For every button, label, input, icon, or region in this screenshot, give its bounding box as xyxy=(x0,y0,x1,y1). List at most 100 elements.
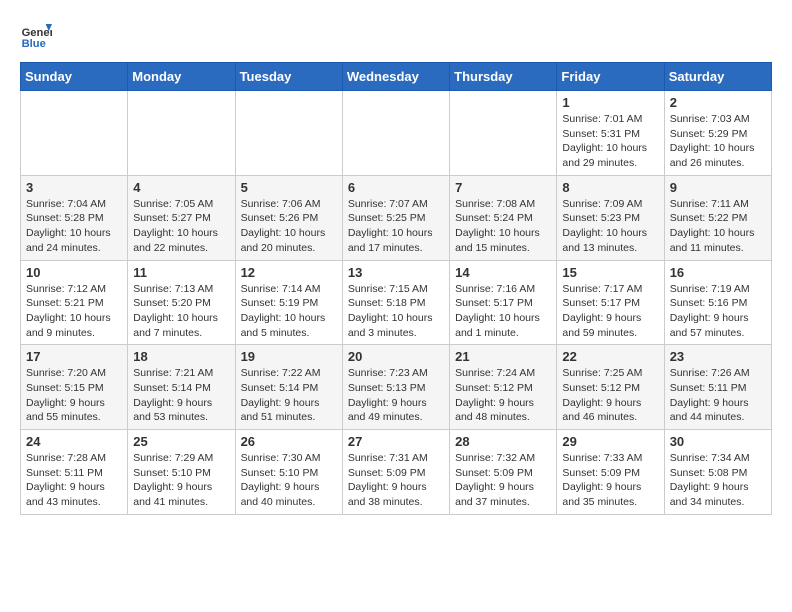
logo-icon: General Blue xyxy=(20,20,52,52)
header-day-thursday: Thursday xyxy=(450,63,557,91)
day-cell: 22 Sunrise: 7:25 AM Sunset: 5:12 PM Dayli… xyxy=(557,345,664,430)
day-cell: 24 Sunrise: 7:28 AM Sunset: 5:11 PM Dayli… xyxy=(21,430,128,515)
day-number: 13 xyxy=(348,265,444,280)
logo: General Blue xyxy=(20,20,56,52)
day-cell: 7Sunrise: 7:08 AM Sunset: 5:24 PM Daylig… xyxy=(450,175,557,260)
day-cell: 11 Sunrise: 7:13 AM Sunset: 5:20 PM Dayli… xyxy=(128,260,235,345)
day-number: 19 xyxy=(241,349,337,364)
day-number: 18 xyxy=(133,349,229,364)
header-day-tuesday: Tuesday xyxy=(235,63,342,91)
day-cell: 25 Sunrise: 7:29 AM Sunset: 5:10 PM Dayli… xyxy=(128,430,235,515)
day-info: Sunrise: 7:26 AM Sunset: 5:11 PM Dayligh… xyxy=(670,366,766,425)
day-number: 7 xyxy=(455,180,551,195)
day-info: Sunrise: 7:31 AM Sunset: 5:09 PM Dayligh… xyxy=(348,451,444,510)
day-number: 5 xyxy=(241,180,337,195)
day-cell xyxy=(450,91,557,176)
day-cell: 13 Sunrise: 7:15 AM Sunset: 5:18 PM Dayli… xyxy=(342,260,449,345)
day-info: Sunrise: 7:03 AM Sunset: 5:29 PM Dayligh… xyxy=(670,112,766,171)
day-number: 22 xyxy=(562,349,658,364)
day-cell: 28 Sunrise: 7:32 AM Sunset: 5:09 PM Dayli… xyxy=(450,430,557,515)
header-day-saturday: Saturday xyxy=(664,63,771,91)
day-info: Sunrise: 7:23 AM Sunset: 5:13 PM Dayligh… xyxy=(348,366,444,425)
day-number: 6 xyxy=(348,180,444,195)
day-cell: 23 Sunrise: 7:26 AM Sunset: 5:11 PM Dayli… xyxy=(664,345,771,430)
calendar-table: SundayMondayTuesdayWednesdayThursdayFrid… xyxy=(20,62,772,515)
day-cell: 26 Sunrise: 7:30 AM Sunset: 5:10 PM Dayli… xyxy=(235,430,342,515)
day-info: Sunrise: 7:32 AM Sunset: 5:09 PM Dayligh… xyxy=(455,451,551,510)
day-info: Sunrise: 7:13 AM Sunset: 5:20 PM Dayligh… xyxy=(133,282,229,341)
day-cell: 17Sunrise: 7:20 AM Sunset: 5:15 PM Dayli… xyxy=(21,345,128,430)
day-cell: 5 Sunrise: 7:06 AM Sunset: 5:26 PM Daylig… xyxy=(235,175,342,260)
day-number: 4 xyxy=(133,180,229,195)
header-row: SundayMondayTuesdayWednesdayThursdayFrid… xyxy=(21,63,772,91)
day-info: Sunrise: 7:11 AM Sunset: 5:22 PM Dayligh… xyxy=(670,197,766,256)
day-cell: 12 Sunrise: 7:14 AM Sunset: 5:19 PM Dayli… xyxy=(235,260,342,345)
day-cell: 29Sunrise: 7:33 AM Sunset: 5:09 PM Dayli… xyxy=(557,430,664,515)
day-number: 27 xyxy=(348,434,444,449)
day-info: Sunrise: 7:30 AM Sunset: 5:10 PM Dayligh… xyxy=(241,451,337,510)
day-cell: 14 Sunrise: 7:16 AM Sunset: 5:17 PM Dayli… xyxy=(450,260,557,345)
week-row-4: 17Sunrise: 7:20 AM Sunset: 5:15 PM Dayli… xyxy=(21,345,772,430)
day-cell: 8 Sunrise: 7:09 AM Sunset: 5:23 PM Daylig… xyxy=(557,175,664,260)
svg-text:General: General xyxy=(22,27,52,39)
day-number: 23 xyxy=(670,349,766,364)
day-cell: 6 Sunrise: 7:07 AM Sunset: 5:25 PM Daylig… xyxy=(342,175,449,260)
day-number: 29 xyxy=(562,434,658,449)
day-info: Sunrise: 7:28 AM Sunset: 5:11 PM Dayligh… xyxy=(26,451,122,510)
day-info: Sunrise: 7:07 AM Sunset: 5:25 PM Dayligh… xyxy=(348,197,444,256)
day-info: Sunrise: 7:17 AM Sunset: 5:17 PM Dayligh… xyxy=(562,282,658,341)
day-number: 8 xyxy=(562,180,658,195)
day-info: Sunrise: 7:25 AM Sunset: 5:12 PM Dayligh… xyxy=(562,366,658,425)
day-number: 20 xyxy=(348,349,444,364)
day-info: Sunrise: 7:15 AM Sunset: 5:18 PM Dayligh… xyxy=(348,282,444,341)
day-number: 25 xyxy=(133,434,229,449)
day-info: Sunrise: 7:29 AM Sunset: 5:10 PM Dayligh… xyxy=(133,451,229,510)
day-cell: 30Sunrise: 7:34 AM Sunset: 5:08 PM Dayli… xyxy=(664,430,771,515)
day-cell: 15 Sunrise: 7:17 AM Sunset: 5:17 PM Dayli… xyxy=(557,260,664,345)
day-cell: 3Sunrise: 7:04 AM Sunset: 5:28 PM Daylig… xyxy=(21,175,128,260)
day-number: 26 xyxy=(241,434,337,449)
calendar-body: 1Sunrise: 7:01 AM Sunset: 5:31 PM Daylig… xyxy=(21,91,772,515)
header-day-sunday: Sunday xyxy=(21,63,128,91)
day-cell xyxy=(128,91,235,176)
week-row-2: 3Sunrise: 7:04 AM Sunset: 5:28 PM Daylig… xyxy=(21,175,772,260)
day-number: 15 xyxy=(562,265,658,280)
day-number: 24 xyxy=(26,434,122,449)
day-cell: 20 Sunrise: 7:23 AM Sunset: 5:13 PM Dayli… xyxy=(342,345,449,430)
day-cell xyxy=(21,91,128,176)
day-cell: 27 Sunrise: 7:31 AM Sunset: 5:09 PM Dayli… xyxy=(342,430,449,515)
day-number: 9 xyxy=(670,180,766,195)
day-info: Sunrise: 7:16 AM Sunset: 5:17 PM Dayligh… xyxy=(455,282,551,341)
day-cell: 10Sunrise: 7:12 AM Sunset: 5:21 PM Dayli… xyxy=(21,260,128,345)
day-number: 14 xyxy=(455,265,551,280)
day-info: Sunrise: 7:24 AM Sunset: 5:12 PM Dayligh… xyxy=(455,366,551,425)
day-number: 12 xyxy=(241,265,337,280)
day-number: 21 xyxy=(455,349,551,364)
day-cell: 1Sunrise: 7:01 AM Sunset: 5:31 PM Daylig… xyxy=(557,91,664,176)
day-cell: 2 Sunrise: 7:03 AM Sunset: 5:29 PM Daylig… xyxy=(664,91,771,176)
day-number: 1 xyxy=(562,95,658,110)
svg-text:Blue: Blue xyxy=(22,38,46,50)
calendar-header: SundayMondayTuesdayWednesdayThursdayFrid… xyxy=(21,63,772,91)
day-cell xyxy=(342,91,449,176)
day-number: 16 xyxy=(670,265,766,280)
day-info: Sunrise: 7:12 AM Sunset: 5:21 PM Dayligh… xyxy=(26,282,122,341)
day-info: Sunrise: 7:06 AM Sunset: 5:26 PM Dayligh… xyxy=(241,197,337,256)
day-info: Sunrise: 7:21 AM Sunset: 5:14 PM Dayligh… xyxy=(133,366,229,425)
day-number: 2 xyxy=(670,95,766,110)
day-number: 11 xyxy=(133,265,229,280)
week-row-1: 1Sunrise: 7:01 AM Sunset: 5:31 PM Daylig… xyxy=(21,91,772,176)
day-cell xyxy=(235,91,342,176)
day-number: 28 xyxy=(455,434,551,449)
day-cell: 4Sunrise: 7:05 AM Sunset: 5:27 PM Daylig… xyxy=(128,175,235,260)
day-info: Sunrise: 7:19 AM Sunset: 5:16 PM Dayligh… xyxy=(670,282,766,341)
day-info: Sunrise: 7:14 AM Sunset: 5:19 PM Dayligh… xyxy=(241,282,337,341)
day-number: 17 xyxy=(26,349,122,364)
day-number: 30 xyxy=(670,434,766,449)
day-cell: 18 Sunrise: 7:21 AM Sunset: 5:14 PM Dayli… xyxy=(128,345,235,430)
day-info: Sunrise: 7:09 AM Sunset: 5:23 PM Dayligh… xyxy=(562,197,658,256)
header-day-wednesday: Wednesday xyxy=(342,63,449,91)
page-header: General Blue xyxy=(20,20,772,52)
day-number: 3 xyxy=(26,180,122,195)
week-row-5: 24 Sunrise: 7:28 AM Sunset: 5:11 PM Dayli… xyxy=(21,430,772,515)
